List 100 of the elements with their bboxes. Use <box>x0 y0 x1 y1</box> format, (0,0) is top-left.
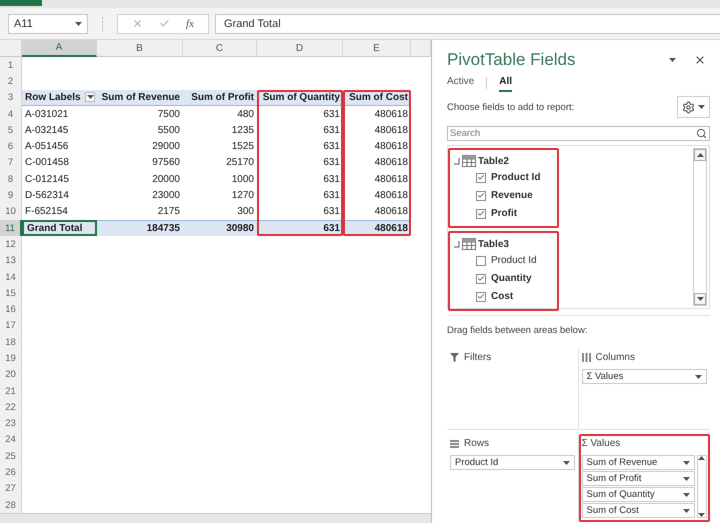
collapse-icon[interactable] <box>454 158 460 164</box>
row-header[interactable]: 16 <box>0 301 22 318</box>
row-header[interactable]: 19 <box>0 350 22 367</box>
checkbox[interactable] <box>476 190 486 200</box>
row-header[interactable]: 12 <box>0 236 22 253</box>
caret-icon <box>695 374 702 378</box>
area-label: Columns <box>596 352 635 363</box>
area-field[interactable]: Product Id <box>450 455 574 470</box>
table-cell: 184735 <box>97 220 183 236</box>
scroll-down-icon <box>698 513 705 517</box>
tab[interactable]: Active <box>447 74 474 92</box>
column-header[interactable]: D <box>257 40 343 57</box>
horizontal-scrollbar[interactable] <box>0 513 431 523</box>
row-header[interactable]: 18 <box>0 334 22 350</box>
tools-button[interactable] <box>677 96 710 118</box>
caret-icon <box>75 22 82 26</box>
caret-icon <box>698 105 705 109</box>
row-header[interactable]: 23 <box>0 416 22 432</box>
column-header[interactable]: B <box>97 40 183 57</box>
active-cell: Grand Total <box>22 220 97 236</box>
row-header[interactable]: 26 <box>0 464 22 481</box>
row-header[interactable]: 28 <box>0 497 22 514</box>
search-field[interactable]: Search <box>447 126 710 141</box>
row-header[interactable]: 7 <box>0 154 22 172</box>
row-header[interactable]: 21 <box>0 382 22 400</box>
area-field[interactable]: Σ Values <box>582 369 707 384</box>
caret-icon <box>683 476 690 480</box>
tab[interactable]: All <box>499 74 512 92</box>
row-header[interactable]: 11 <box>0 220 22 236</box>
scroll-down-icon <box>696 297 704 301</box>
row-header[interactable]: 4 <box>0 106 22 122</box>
row-header[interactable]: 25 <box>0 448 22 464</box>
collapse-icon[interactable] <box>454 240 460 248</box>
table-icon <box>462 238 476 250</box>
search-icon <box>696 128 707 139</box>
columns-icon <box>582 353 590 362</box>
row-header[interactable]: 20 <box>0 366 22 383</box>
field-label: Profit <box>491 208 518 219</box>
column-header[interactable]: E <box>343 40 411 57</box>
area-label: Filters <box>464 352 492 363</box>
table-header-cell: Sum of Revenue <box>97 90 183 106</box>
filter-dropdown-button[interactable] <box>85 92 95 102</box>
caret-icon <box>683 508 690 512</box>
column-header[interactable]: C <box>183 40 257 57</box>
row-header[interactable]: 8 <box>0 171 22 188</box>
scroll-up-icon <box>696 153 704 157</box>
row-header[interactable]: 3 <box>0 90 22 106</box>
field-label: Product Id <box>491 255 537 266</box>
field-label: Revenue <box>491 190 533 201</box>
table-cell: 30980 <box>183 220 257 236</box>
caret-icon <box>683 460 690 464</box>
row-header[interactable]: 1 <box>0 57 22 74</box>
row-header[interactable]: 10 <box>0 204 22 220</box>
insert-function-button[interactable]: fx <box>186 18 194 30</box>
row-header[interactable]: 27 <box>0 480 22 498</box>
field-label: Cost <box>491 291 514 302</box>
check-icon[interactable] <box>159 18 170 29</box>
scrollbar[interactable] <box>697 455 707 518</box>
table-header-cell: Sum of Profit <box>183 90 257 106</box>
area-label: Rows <box>464 438 490 449</box>
area-field[interactable]: Sum of Profit <box>582 471 695 486</box>
row-header[interactable]: 14 <box>0 268 22 286</box>
checkbox[interactable] <box>476 256 486 266</box>
row-header[interactable]: 15 <box>0 285 22 302</box>
pane-title: PivotTable Fields <box>447 50 576 70</box>
row-header[interactable]: 22 <box>0 399 22 416</box>
checkbox[interactable] <box>476 292 486 302</box>
scroll-up-icon <box>698 456 705 460</box>
name-box[interactable]: A11 <box>8 14 88 34</box>
field-label: Product Id <box>491 172 540 183</box>
area-field[interactable]: Sum of Cost <box>582 503 695 518</box>
area-label: Σ Values <box>582 438 620 449</box>
row-header[interactable]: 5 <box>0 122 22 138</box>
row-header[interactable]: 13 <box>0 252 22 269</box>
checkbox[interactable] <box>476 274 486 284</box>
settings-icon <box>682 100 695 114</box>
filter-icon <box>450 353 459 362</box>
area-field[interactable]: Sum of Quantity <box>582 487 695 502</box>
scrollbar[interactable] <box>693 148 707 306</box>
area-field[interactable]: Sum of Revenue <box>582 455 695 470</box>
checkbox[interactable] <box>476 172 486 182</box>
row-header[interactable]: 9 <box>0 187 22 204</box>
pane-options-icon <box>669 58 676 62</box>
table-name: Table2 <box>478 156 509 166</box>
row-header[interactable]: 6 <box>0 138 22 155</box>
table-icon <box>462 155 476 167</box>
caret-icon <box>562 460 570 464</box>
instruction-text: Choose fields to add to report: <box>447 102 574 112</box>
row-header[interactable]: 2 <box>0 73 22 90</box>
caret-icon <box>86 95 94 100</box>
caret-icon <box>683 492 690 496</box>
row-header[interactable]: 17 <box>0 318 22 334</box>
checkbox[interactable] <box>476 208 486 218</box>
table-name: Table3 <box>478 238 509 250</box>
drag-hint: Drag fields between areas below: <box>447 325 588 336</box>
field-label: Quantity <box>491 273 532 284</box>
row-header[interactable]: 24 <box>0 432 22 448</box>
formula-field[interactable]: Grand Total <box>215 14 720 34</box>
column-header[interactable]: A <box>22 40 97 57</box>
close-icon[interactable] <box>694 54 706 66</box>
